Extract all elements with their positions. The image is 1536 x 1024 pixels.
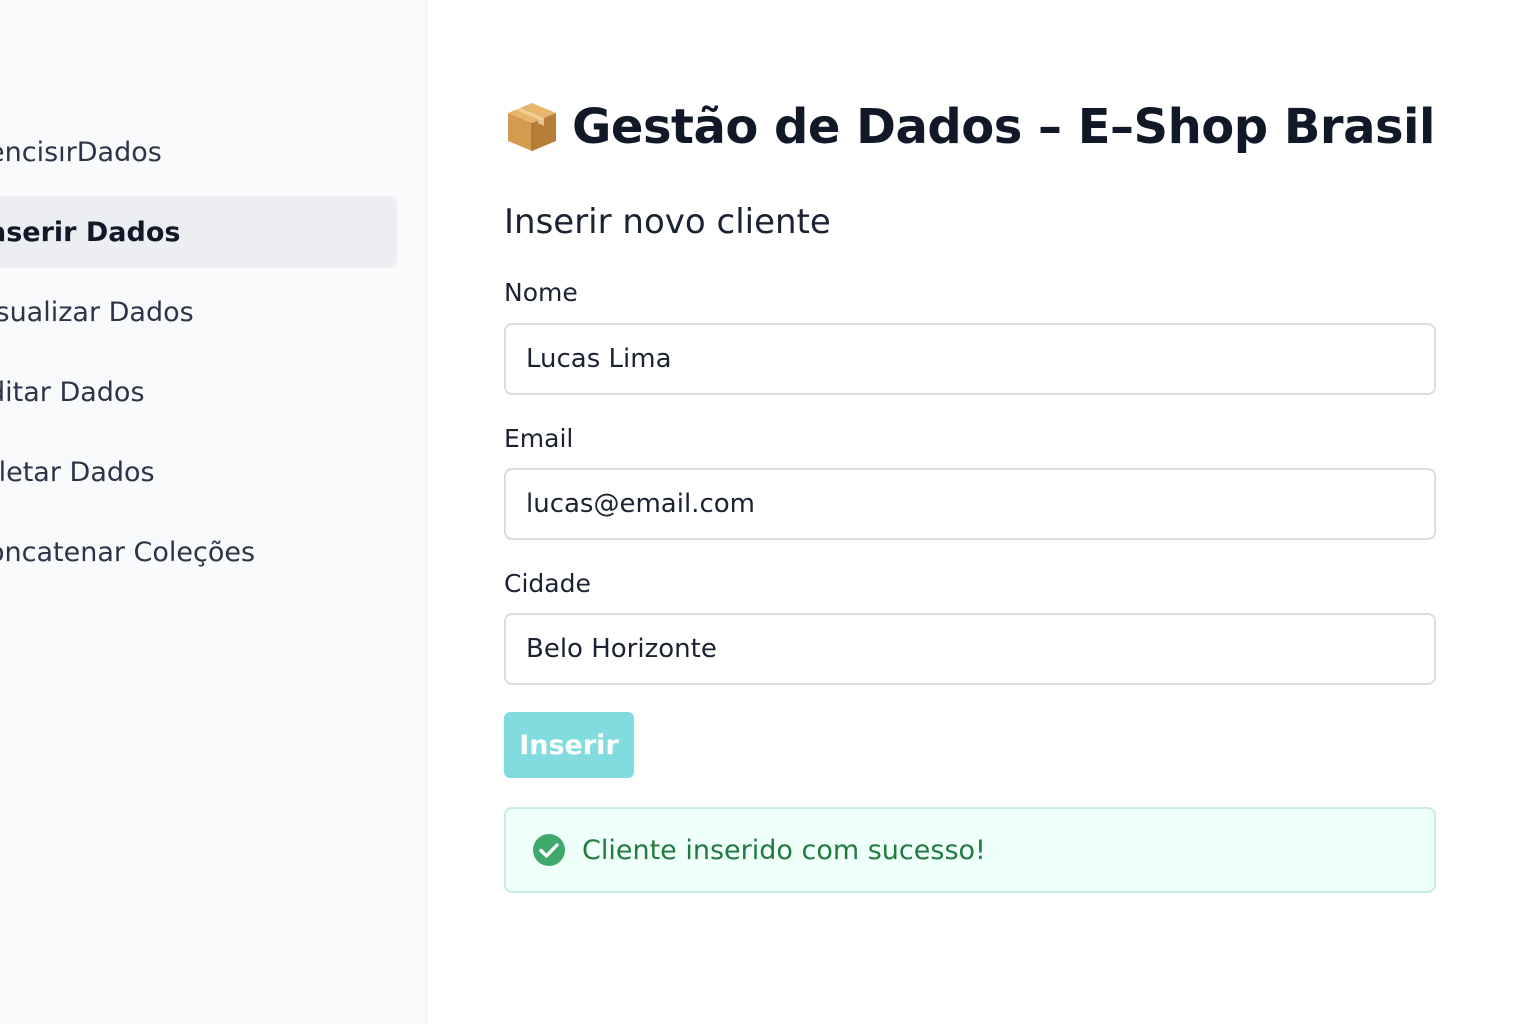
cidade-input[interactable] bbox=[504, 613, 1436, 685]
cidade-label: Cidade bbox=[504, 569, 591, 598]
main-content: Gestão de Dados – E–Shop Brasil Inserir … bbox=[504, 0, 1436, 1024]
sidebar-item-deletar-dados[interactable]: eletar Dados bbox=[0, 436, 397, 508]
package-box-icon bbox=[508, 103, 556, 151]
page-title: Gestão de Dados – E–Shop Brasil bbox=[504, 92, 1435, 162]
page-title-text: Gestão de Dados – E–Shop Brasil bbox=[572, 99, 1435, 155]
sidebar-item-label: oncatenar Coleções bbox=[0, 536, 256, 568]
sidebar-item-editar-dados[interactable]: ditar Dados bbox=[0, 356, 397, 428]
nome-label: Nome bbox=[504, 278, 578, 307]
check-circle-icon bbox=[533, 834, 565, 866]
sidebar: encisırDados aserir Dados isualizar Dado… bbox=[0, 0, 427, 1024]
inserir-button[interactable]: Inserir bbox=[504, 712, 634, 778]
email-label: Email bbox=[504, 424, 574, 453]
app-window: encisırDados aserir Dados isualizar Dado… bbox=[0, 0, 1536, 1024]
sidebar-item-inserir-dados[interactable]: aserir Dados bbox=[0, 196, 397, 268]
success-alert-message: Cliente inserido com sucesso! bbox=[582, 834, 986, 866]
sidebar-item-visualizar-dados[interactable]: isualizar Dados bbox=[0, 276, 397, 348]
email-input[interactable] bbox=[504, 468, 1436, 540]
success-alert: Cliente inserido com sucesso! bbox=[504, 807, 1436, 893]
section-title: Inserir novo cliente bbox=[504, 202, 831, 242]
sidebar-item-gerenciar-dados[interactable]: encisırDados bbox=[0, 116, 397, 188]
sidebar-item-label: ditar Dados bbox=[0, 376, 145, 408]
nome-input[interactable] bbox=[504, 323, 1436, 395]
sidebar-item-label: eletar Dados bbox=[0, 456, 155, 488]
sidebar-item-label: aserir Dados bbox=[0, 216, 181, 248]
sidebar-item-concatenar-colecoes[interactable]: oncatenar Coleções bbox=[0, 516, 397, 588]
sidebar-item-label: encisırDados bbox=[0, 136, 162, 168]
sidebar-item-label: isualizar Dados bbox=[0, 296, 194, 328]
